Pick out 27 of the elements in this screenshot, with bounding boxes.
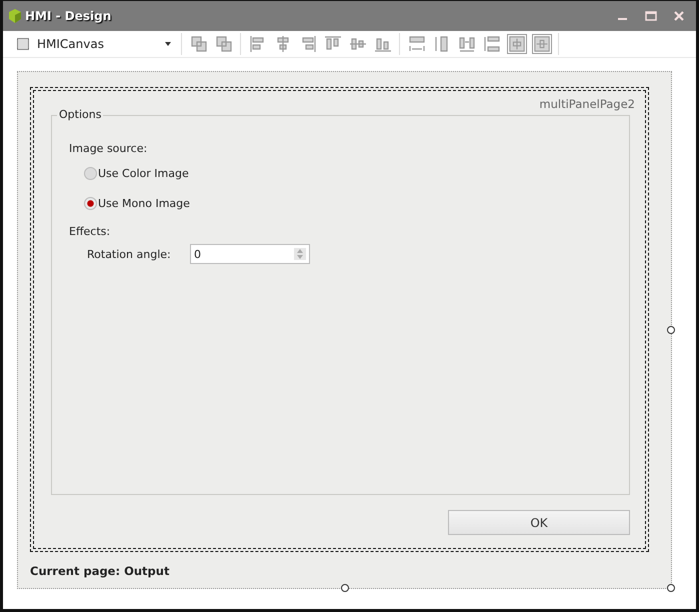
send-back-icon[interactable] [214, 34, 234, 54]
bring-front-icon[interactable] [188, 34, 208, 54]
maximize-icon[interactable] [644, 9, 658, 23]
group-title: Options [57, 108, 104, 121]
resize-handle[interactable] [667, 326, 675, 334]
spinner-icon[interactable] [294, 248, 306, 260]
ok-button[interactable]: OK [448, 510, 630, 535]
window-title: HMI - Design [25, 9, 112, 23]
dropdown-caret-icon [165, 42, 171, 46]
rotation-field[interactable]: 0 [190, 244, 310, 264]
radio-option[interactable]: Use Color Image [84, 165, 612, 181]
resize-handle[interactable] [341, 584, 349, 592]
radio-option[interactable]: Use Mono Image [84, 195, 612, 211]
close-icon[interactable] [672, 9, 686, 23]
rotation-label: Rotation angle: [87, 248, 172, 260]
app-logo-icon [7, 8, 23, 24]
current-page-label: Current page: Output [30, 563, 170, 578]
center-horizontal-icon[interactable] [506, 34, 526, 54]
page-name: multiPanelPage2 [539, 97, 635, 111]
equal-width-icon[interactable] [406, 34, 426, 54]
effects-label: Effects: [69, 225, 112, 238]
component-dropdown[interactable]: HMICanvas [7, 33, 177, 55]
resize-handle[interactable] [667, 584, 675, 592]
center-vertical-icon[interactable] [532, 34, 552, 54]
image-source-label: Image source: [69, 142, 148, 155]
canvas-icon [17, 38, 29, 50]
vertical-spacing-icon[interactable] [482, 34, 502, 54]
